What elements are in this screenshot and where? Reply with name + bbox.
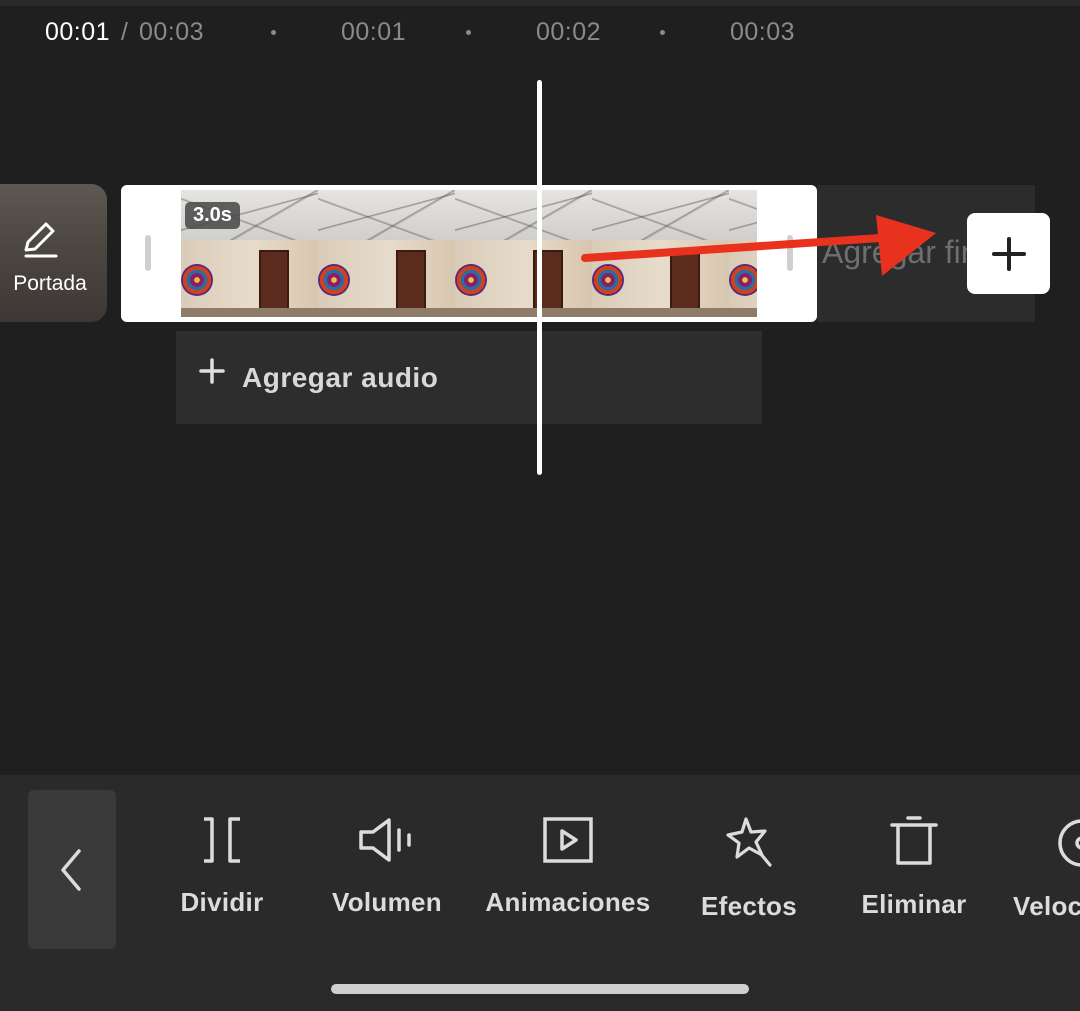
chevron-left-icon — [61, 848, 81, 891]
tool-split-label: Dividir — [180, 887, 264, 917]
home-indicator — [331, 984, 749, 994]
add-clip-button[interactable] — [967, 213, 1050, 294]
tool-volume-button[interactable]: Volumen — [325, 815, 449, 925]
volume-icon — [359, 818, 411, 862]
ruler-tick-dot — [271, 30, 276, 35]
ruler-tick-label: 00:02 — [536, 18, 602, 46]
tool-animations-button[interactable]: Animaciones — [477, 815, 659, 925]
cover-thumbnail[interactable]: Portada — [0, 184, 107, 322]
effects-icon — [726, 817, 772, 867]
ruler-tick-label: 00:03 — [730, 18, 796, 46]
total-time: 00:03 — [139, 18, 205, 46]
time-separator: / — [121, 18, 128, 46]
pencil-icon — [24, 222, 58, 258]
animation-icon — [543, 817, 593, 863]
plus-icon — [199, 358, 225, 384]
tool-split-button[interactable]: Dividir — [172, 815, 272, 925]
speed-icon — [1058, 819, 1080, 867]
tool-delete-button[interactable]: Eliminar — [858, 815, 970, 925]
annotation-arrow — [581, 215, 936, 276]
time-ruler: 00:01 / 00:03 00:01 00:02 00:03 — [0, 0, 1080, 70]
tool-speed-label: Veloc — [1013, 891, 1080, 921]
tool-effects-button[interactable]: Efectos — [694, 815, 804, 925]
current-time: 00:01 — [45, 18, 111, 46]
cover-label: Portada — [13, 272, 87, 295]
add-audio-label: Agregar audio — [242, 362, 439, 393]
tool-volume-label: Volumen — [332, 887, 442, 917]
ruler-tick-dot — [466, 30, 471, 35]
tool-delete-label: Eliminar — [861, 889, 967, 919]
ruler-tick-dot — [660, 30, 665, 35]
back-button[interactable] — [28, 790, 116, 949]
split-icon — [204, 817, 240, 863]
tool-speed-button[interactable]: Veloc — [1010, 815, 1080, 925]
clip-frame — [318, 190, 455, 317]
ruler-tick-label: 00:01 — [341, 18, 407, 46]
trash-icon — [890, 816, 938, 865]
tool-effects-label: Efectos — [700, 891, 798, 921]
clip-left-handle[interactable] — [145, 235, 151, 271]
clip-duration-badge: 3.0s — [185, 202, 240, 229]
clip-frame — [455, 190, 592, 317]
plus-icon — [991, 236, 1026, 271]
playhead[interactable] — [537, 80, 542, 475]
tool-animations-label: Animaciones — [485, 887, 651, 917]
